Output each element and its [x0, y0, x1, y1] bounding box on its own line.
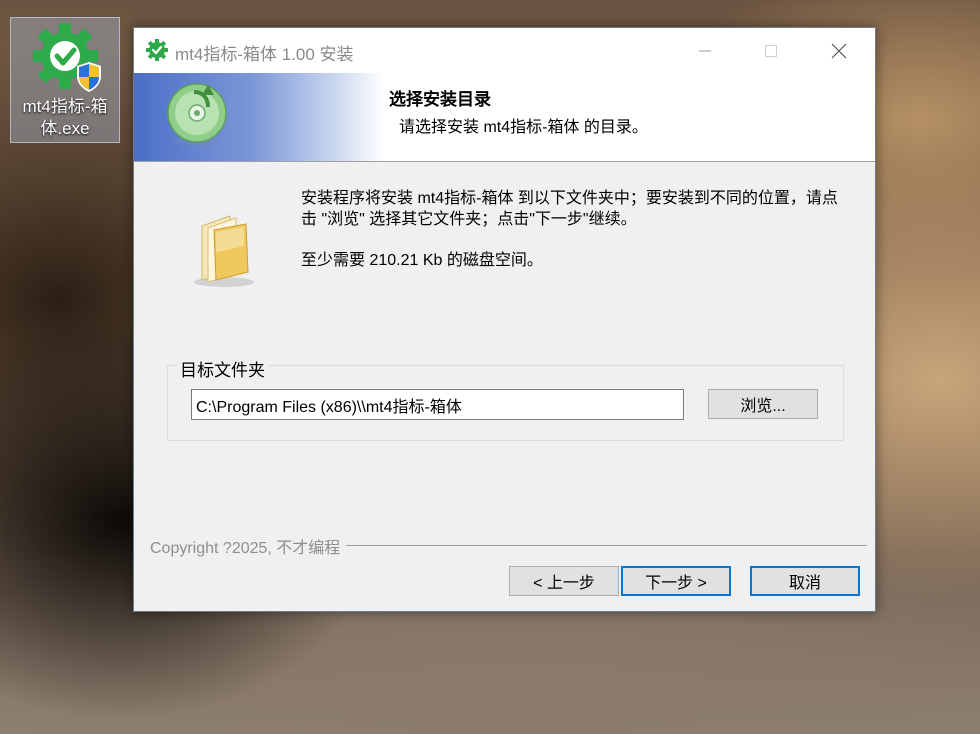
space-required-text: 至少需要 210.21 Kb 的磁盘空间。: [301, 252, 543, 269]
next-button[interactable]: 下一步 >: [621, 566, 731, 596]
copyright-text: Copyright ?2025, 不才编程: [150, 534, 347, 558]
destination-group-label: 目标文件夹: [177, 356, 268, 381]
close-button[interactable]: [806, 28, 872, 73]
page-header: 选择安装目录 请选择安装 mt4指标-箱体 的目录。: [134, 73, 875, 162]
desktop-icon-label: mt4指标-箱体.exe: [22, 97, 108, 138]
installer-window: mt4指标-箱体 1.00 安装 选择安装目录 请选择安装 mt4指标-箱体 的…: [133, 27, 876, 612]
window-title: mt4指标-箱体 1.00 安装: [175, 45, 354, 64]
maximize-icon: [765, 44, 777, 57]
folder-icon: [194, 215, 254, 287]
installer-gear-shield-icon: [33, 23, 101, 92]
header-title: 选择安装目录: [389, 90, 491, 109]
title-bar[interactable]: mt4指标-箱体 1.00 安装: [134, 28, 875, 73]
desktop-file-icon[interactable]: mt4指标-箱体.exe: [10, 17, 120, 143]
maximize-button[interactable]: [738, 28, 804, 73]
green-gear-check-icon: [146, 39, 168, 61]
cancel-button[interactable]: 取消: [750, 566, 860, 596]
minimize-button[interactable]: [672, 28, 738, 73]
cd-install-icon: [167, 83, 227, 146]
destination-path-input[interactable]: [191, 389, 684, 420]
back-button[interactable]: < 上一步: [509, 566, 619, 596]
description-text: 安装程序将安装 mt4指标-箱体 到以下文件夹中；要安装到不同的位置，请点击 "…: [301, 190, 838, 228]
close-icon: [831, 43, 847, 58]
minimize-icon: [699, 50, 711, 51]
header-subtitle: 请选择安装 mt4指标-箱体 的目录。: [399, 119, 648, 136]
browse-button[interactable]: 浏览...: [708, 389, 818, 419]
